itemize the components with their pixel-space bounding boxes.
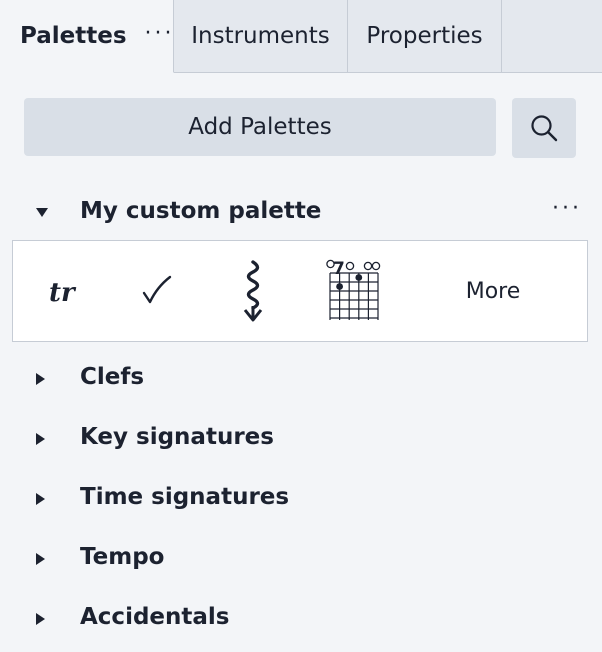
- collapsed-arrow-icon[interactable]: [36, 433, 45, 445]
- tab-palettes-label: Palettes: [20, 23, 127, 49]
- search-button[interactable]: [512, 98, 576, 158]
- palette-cell-checkmark[interactable]: [123, 251, 191, 331]
- section-clefs-title: Clefs: [80, 364, 145, 390]
- more-label: More: [465, 278, 521, 304]
- palette-cell-arpeggio[interactable]: [219, 251, 287, 331]
- section-clefs[interactable]: Clefs: [0, 354, 602, 404]
- tab-properties[interactable]: Properties: [348, 0, 502, 73]
- palettes-panel: Palettes ··· Instruments Properties Add …: [0, 0, 602, 652]
- section-accidentals[interactable]: Accidentals: [0, 594, 602, 644]
- tab-properties-label: Properties: [366, 23, 483, 49]
- tab-options-button[interactable]: ···: [145, 21, 175, 46]
- trill-icon: tr: [49, 278, 77, 308]
- section-tempo[interactable]: Tempo: [0, 534, 602, 584]
- arpeggio-down-icon: [243, 260, 263, 322]
- tab-bar: Palettes ··· Instruments Properties: [0, 0, 602, 74]
- section-key-signatures-title: Key signatures: [80, 424, 274, 450]
- svg-text:7: 7: [333, 259, 345, 279]
- checkmark-icon: [142, 275, 172, 304]
- palette-cell-trill[interactable]: tr: [29, 251, 97, 331]
- tab-instruments[interactable]: Instruments: [174, 0, 348, 73]
- palette-options-button[interactable]: ···: [552, 196, 582, 221]
- tab-instruments-label: Instruments: [191, 23, 330, 49]
- add-palettes-button[interactable]: Add Palettes: [24, 98, 496, 156]
- palette-cells: tr 7 More: [12, 240, 588, 342]
- section-accidentals-title: Accidentals: [80, 604, 230, 630]
- collapsed-arrow-icon[interactable]: [36, 373, 45, 385]
- section-tempo-title: Tempo: [80, 544, 165, 570]
- expanded-arrow-icon[interactable]: [36, 208, 48, 217]
- fretboard-diagram-icon: 7: [326, 259, 381, 320]
- section-time-signatures-title: Time signatures: [80, 484, 290, 510]
- section-time-signatures[interactable]: Time signatures: [0, 474, 602, 524]
- collapsed-arrow-icon[interactable]: [36, 613, 45, 625]
- section-key-signatures[interactable]: Key signatures: [0, 414, 602, 464]
- tab-bar-filler: [502, 0, 602, 73]
- palette-more-button[interactable]: More: [443, 251, 543, 331]
- search-icon: [531, 115, 558, 142]
- collapsed-arrow-icon[interactable]: [36, 493, 45, 505]
- palette-cell-fretboard[interactable]: 7: [315, 251, 391, 331]
- custom-palette-title: My custom palette: [80, 198, 322, 224]
- svg-text:tr: tr: [49, 278, 77, 308]
- tab-palettes[interactable]: Palettes ···: [0, 0, 174, 73]
- collapsed-arrow-icon[interactable]: [36, 553, 45, 565]
- custom-palette-header[interactable]: My custom palette ···: [0, 186, 602, 238]
